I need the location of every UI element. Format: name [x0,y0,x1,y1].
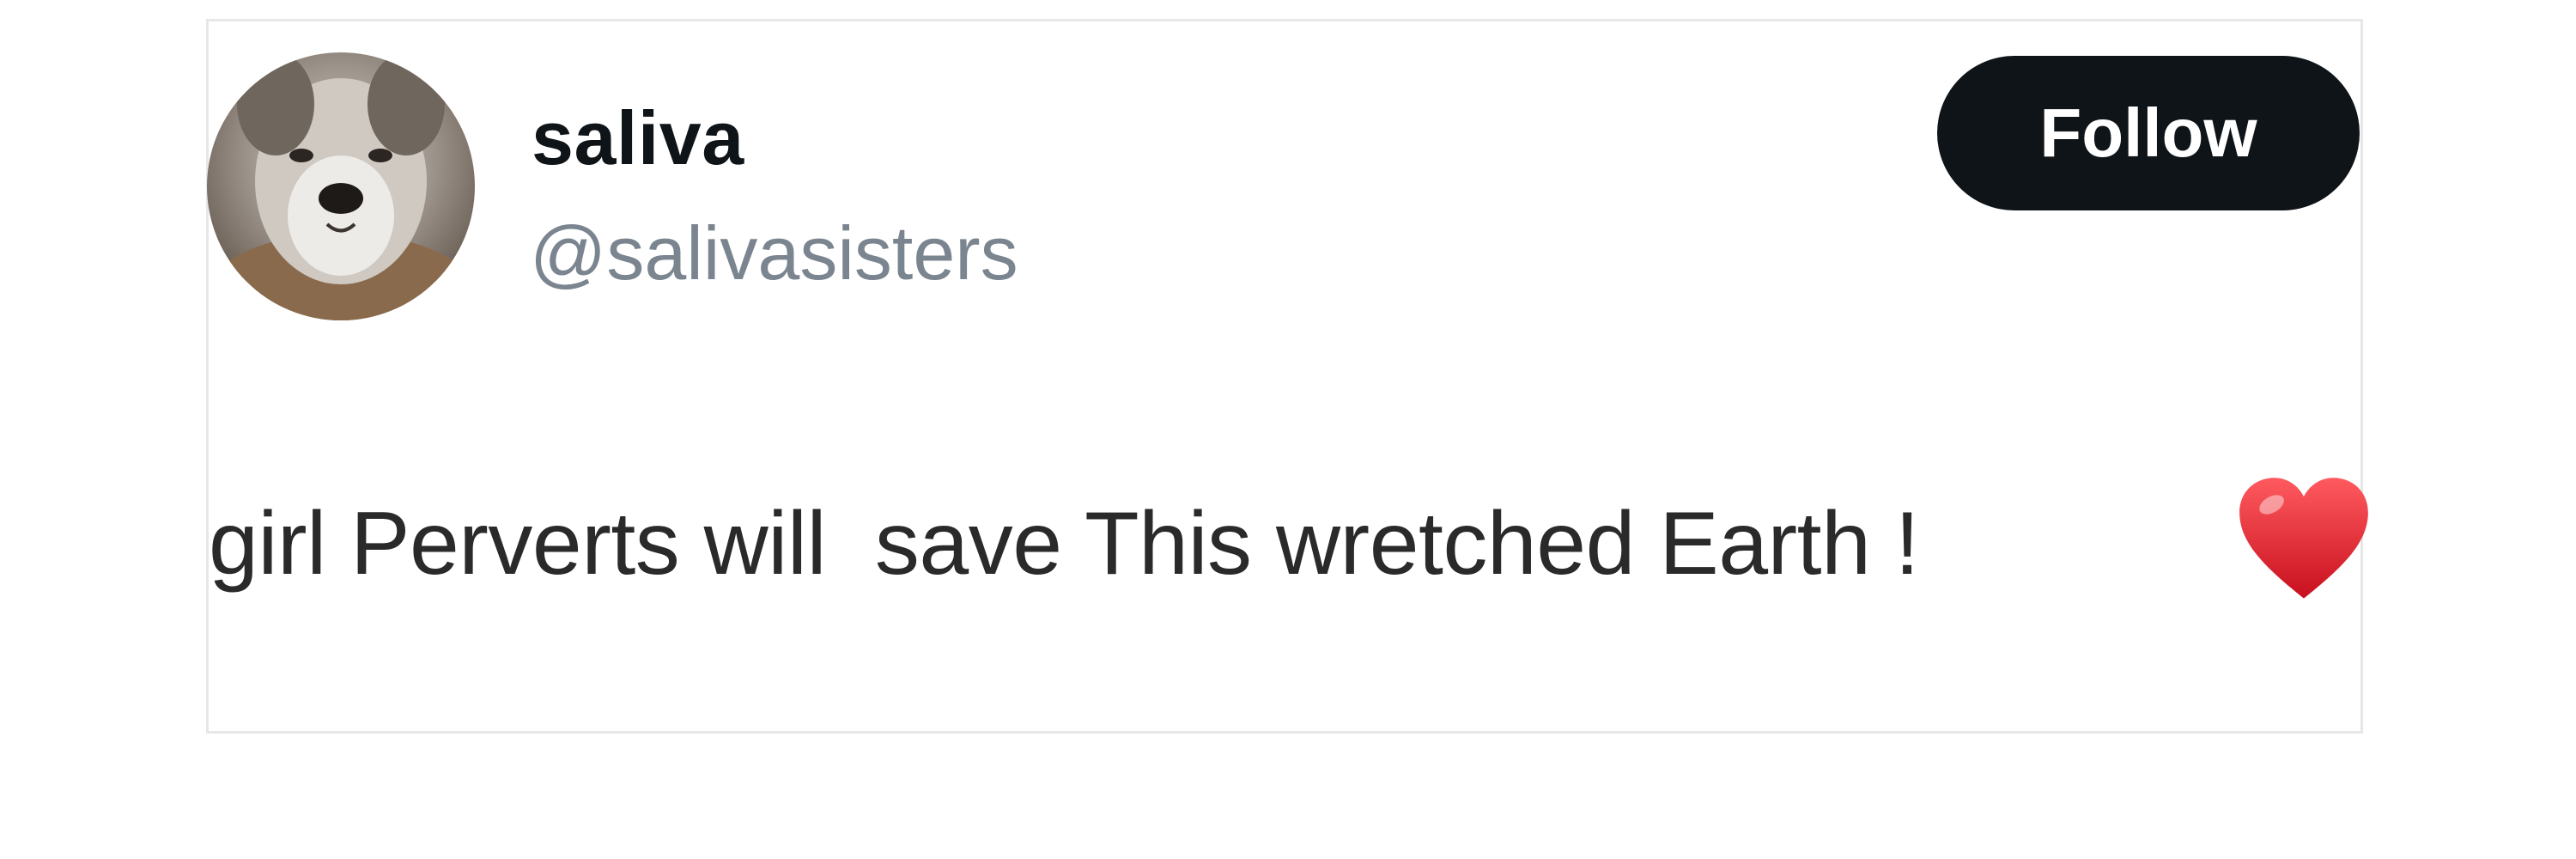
follow-button[interactable]: Follow [1937,56,2360,210]
red-heart-icon [2239,478,2368,599]
author-handle[interactable]: @salivasisters [530,216,1018,291]
author-name[interactable]: saliva [532,101,744,176]
author-avatar[interactable] [207,52,475,320]
post-card: saliva @salivasisters Follow girl Perver… [206,19,2368,734]
screenshot: saliva @salivasisters Follow girl Perver… [0,0,2576,859]
wolf-avatar-icon [207,52,475,320]
post-text: girl Perverts will save This wretched Ea… [209,494,1920,594]
